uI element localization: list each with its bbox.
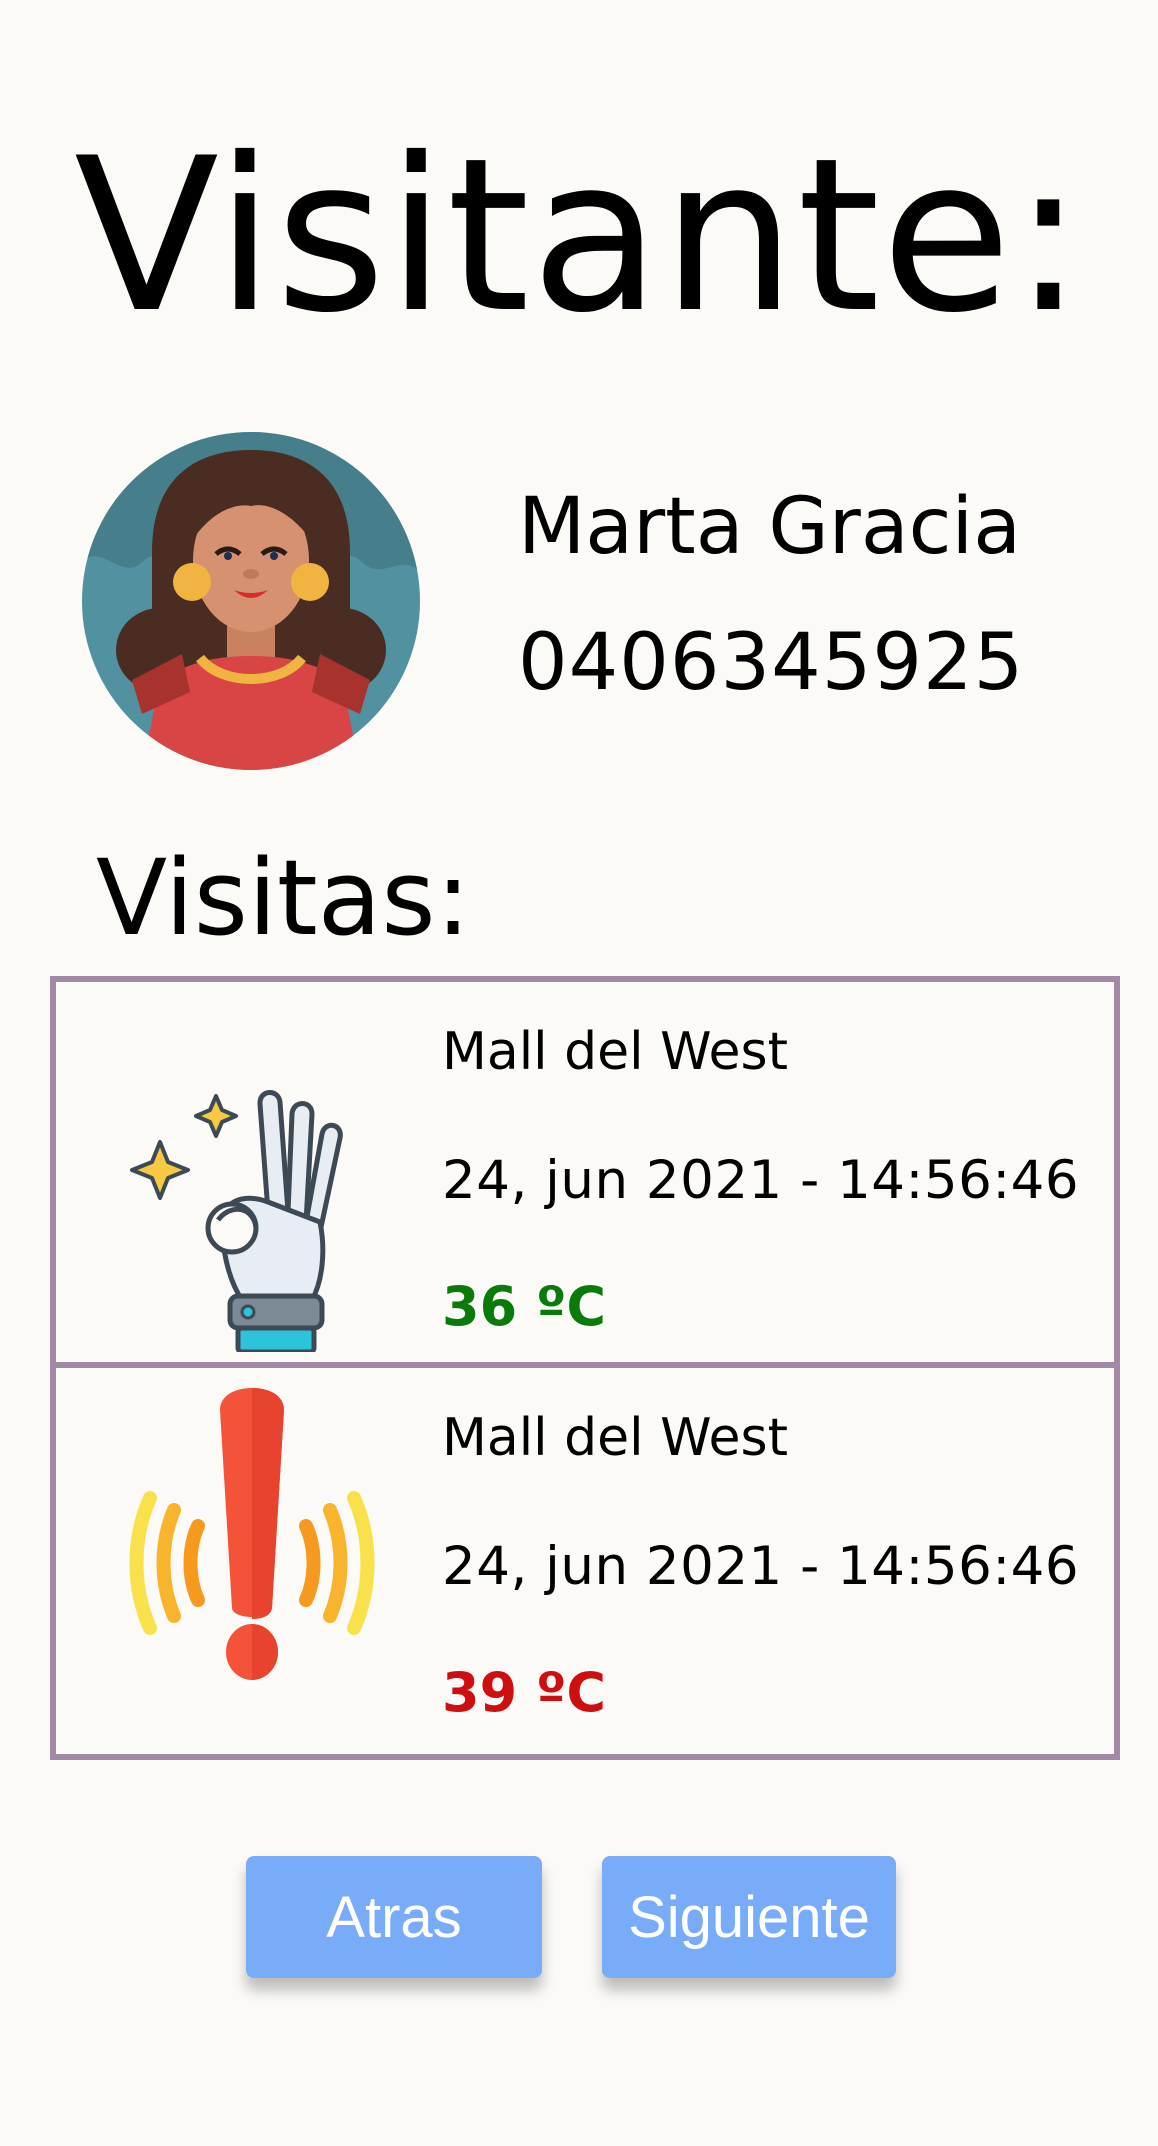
visit-row[interactable]: Mall del West 24, jun 2021 - 14:56:46 39…	[56, 1368, 1114, 1754]
visit-place: Mall del West	[442, 1408, 788, 1468]
visit-row[interactable]: Mall del West 24, jun 2021 - 14:56:46 36…	[56, 982, 1114, 1368]
alert-exclamation-icon	[122, 1388, 382, 1688]
visitor-name: Marta Gracia	[518, 482, 1022, 572]
visit-datetime: 24, jun 2021 - 14:56:46	[442, 1536, 1080, 1597]
visit-temperature: 36 ºC	[442, 1275, 607, 1338]
back-button[interactable]: Atras	[246, 1856, 542, 1978]
visit-place: Mall del West	[442, 1022, 788, 1082]
visit-datetime: 24, jun 2021 - 14:56:46	[442, 1150, 1080, 1211]
visits-table: Mall del West 24, jun 2021 - 14:56:46 36…	[50, 976, 1120, 1760]
visits-section-title: Visitas:	[96, 837, 471, 959]
woman-avatar-icon	[82, 432, 420, 770]
visit-temperature: 39 ºC	[442, 1661, 607, 1724]
ok-hand-icon	[122, 1052, 382, 1355]
next-button[interactable]: Siguiente	[602, 1856, 896, 1978]
visitor-phone: 0406345925	[518, 618, 1025, 708]
page-title: Visitante:	[74, 112, 1085, 359]
